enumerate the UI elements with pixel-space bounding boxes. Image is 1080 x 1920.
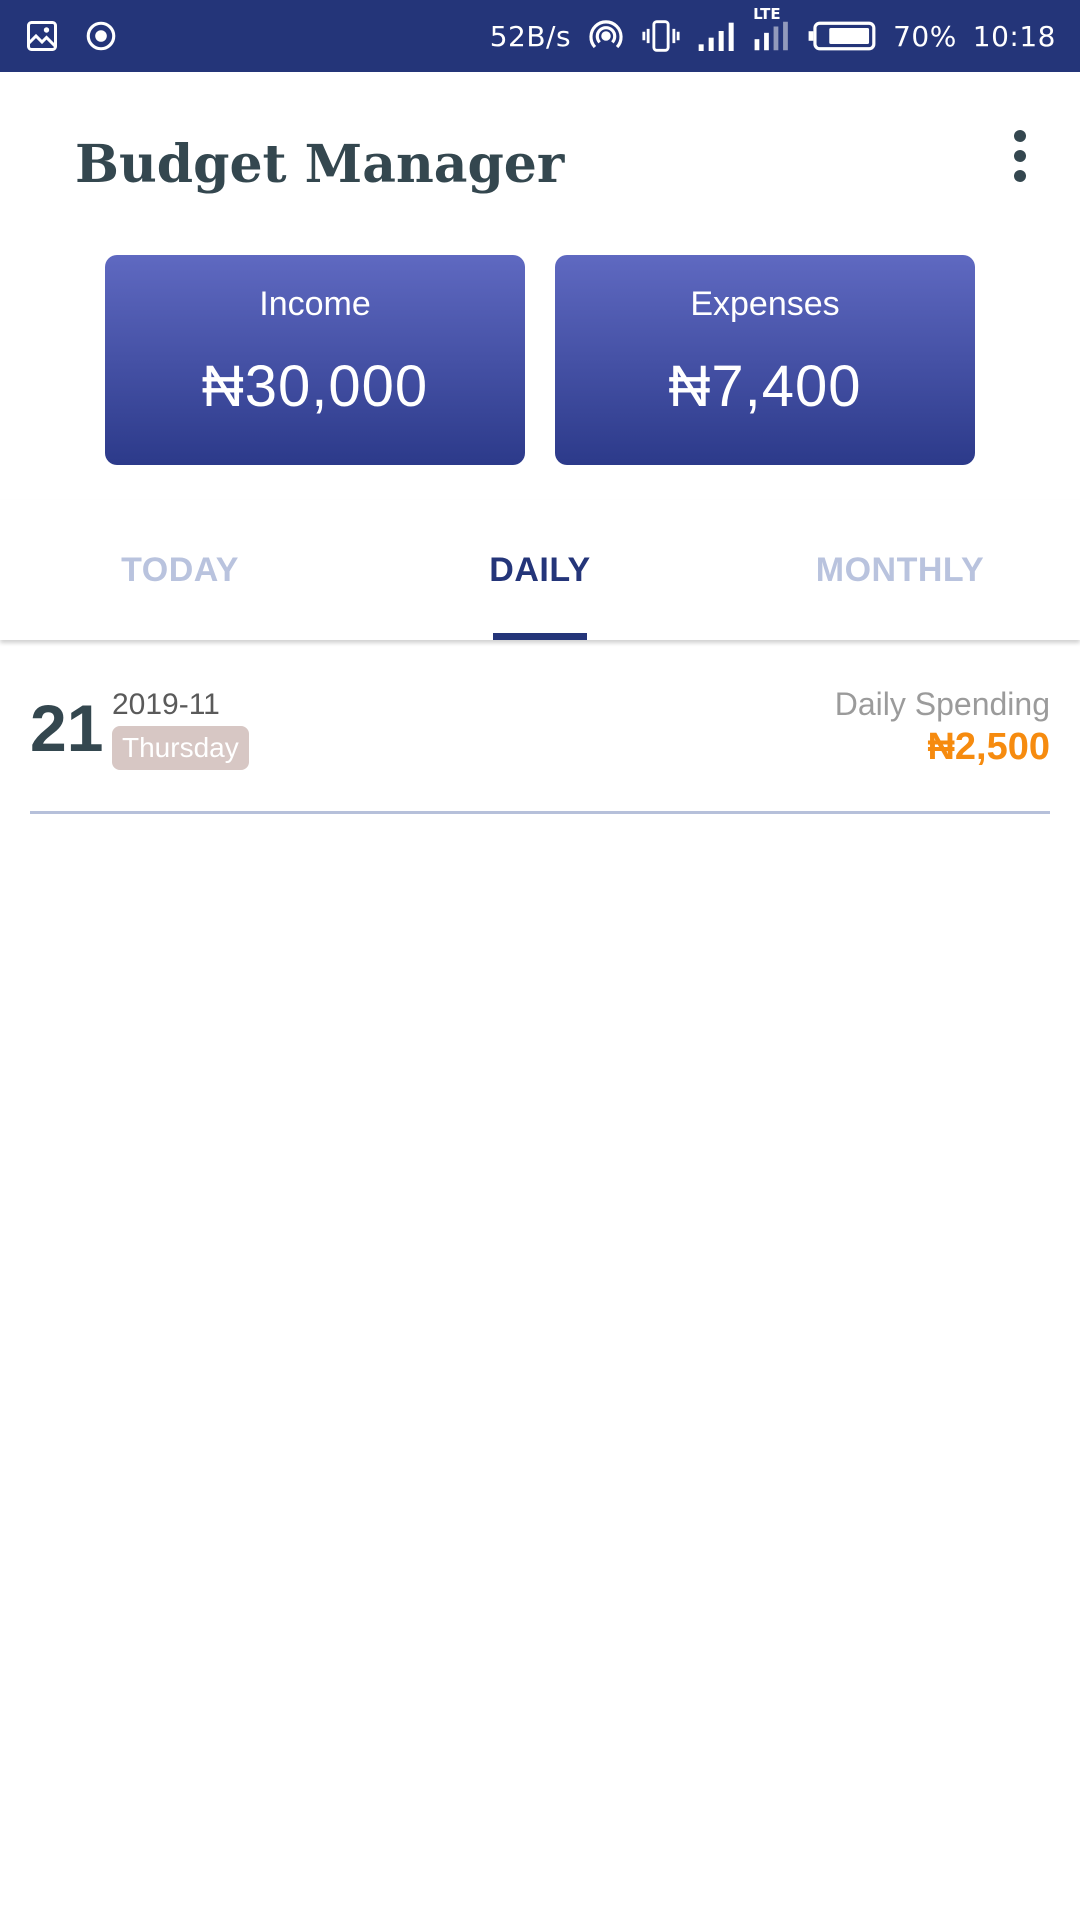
battery-icon	[807, 20, 877, 52]
more-options-button[interactable]	[1000, 124, 1040, 188]
clock: 10:18	[972, 19, 1056, 53]
app-title: Budget Manager	[75, 134, 565, 195]
tab-today[interactable]: TODAY	[0, 500, 360, 640]
vibrate-icon	[641, 17, 681, 55]
divider	[30, 811, 1050, 814]
day-number: 21	[30, 691, 104, 765]
tab-indicator	[493, 633, 587, 640]
expenses-label: Expenses	[690, 285, 840, 323]
period-tabs: TODAY DAILY MONTHLY	[0, 500, 1080, 640]
daily-spending-label: Daily Spending	[834, 686, 1050, 722]
expenses-card[interactable]: Expenses ₦7,400	[555, 255, 975, 465]
hotspot-icon	[587, 17, 625, 55]
lte-signal-icon: LTE	[753, 5, 791, 53]
signal-icon	[697, 19, 737, 53]
target-icon	[84, 19, 118, 53]
net-speed: 52B/s	[489, 19, 572, 53]
tab-monthly[interactable]: MONTHLY	[720, 500, 1080, 640]
income-value: ₦30,000	[201, 354, 429, 419]
app-header: Budget Manager	[0, 72, 1080, 242]
image-icon	[24, 18, 60, 54]
income-card[interactable]: Income ₦30,000	[105, 255, 525, 465]
battery-level: 70%	[893, 19, 957, 53]
day-month: 2019-11	[112, 688, 220, 721]
expenses-value: ₦7,400	[668, 354, 862, 419]
income-label: Income	[259, 285, 371, 323]
tab-daily[interactable]: DAILY	[360, 500, 720, 640]
status-bar: 52B/s LTE 70% 10:18	[0, 0, 1080, 72]
list-item[interactable]: 21 2019-11 Thursday Daily Spending ₦2,50…	[30, 660, 1050, 815]
daily-spending-value: ₦2,500	[927, 726, 1050, 768]
more-vertical-icon	[1014, 130, 1026, 142]
weekday-badge: Thursday	[112, 726, 249, 770]
lte-label: LTE	[753, 5, 781, 23]
